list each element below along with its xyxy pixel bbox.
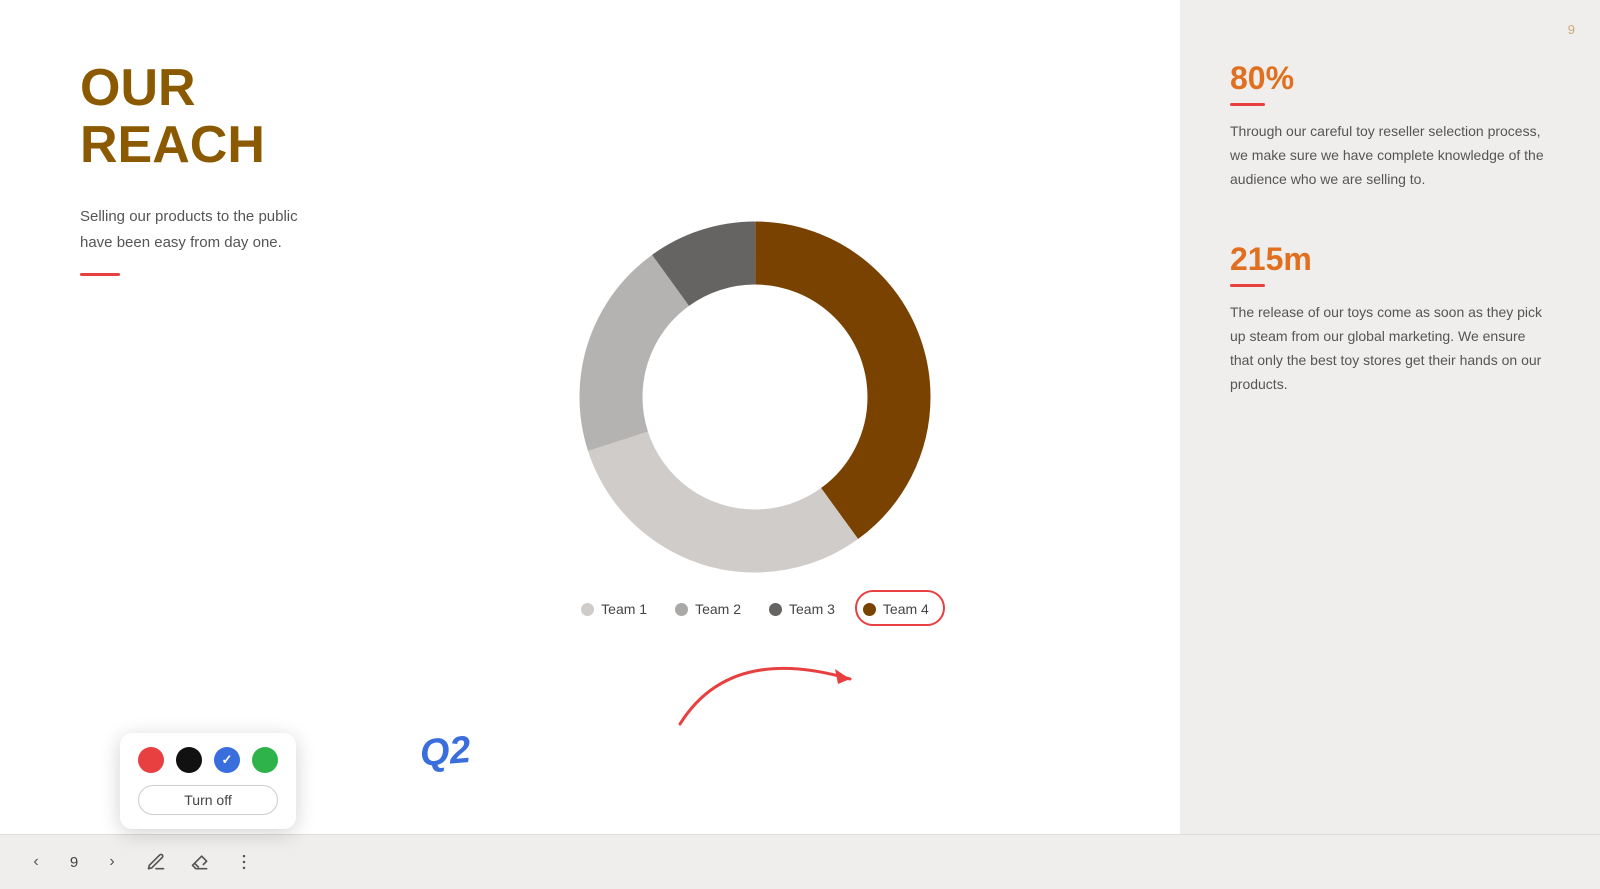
stat-text-1: Through our careful toy reseller selecti… — [1230, 120, 1550, 191]
stat-block-2: 215m The release of our toys come as soo… — [1230, 241, 1550, 396]
color-dots-row — [138, 747, 278, 773]
eraser-tool-button[interactable] — [184, 846, 216, 878]
slide-description: Selling our products to the public have … — [80, 204, 320, 255]
legend-item-team3: Team 3 — [769, 601, 835, 617]
more-options-button[interactable] — [228, 846, 260, 878]
legend-item-team1: Team 1 — [581, 601, 647, 617]
stat-value-2: 215m — [1230, 241, 1550, 278]
more-icon — [234, 852, 254, 872]
stat-block-1: 80% Through our careful toy reseller sel… — [1230, 60, 1550, 191]
stat-value-1: 80% — [1230, 60, 1550, 97]
pen-icon — [146, 852, 166, 872]
legend-label-team3: Team 3 — [789, 601, 835, 617]
legend-dot-team3 — [769, 603, 782, 616]
prev-page-button[interactable]: ‹ — [20, 846, 52, 878]
next-page-button[interactable]: › — [96, 846, 128, 878]
right-panel: 9 80% Through our careful toy reseller s… — [1180, 0, 1600, 834]
legend-label-team2: Team 2 — [695, 601, 741, 617]
color-dot-blue[interactable] — [214, 747, 240, 773]
title-line1: OUR — [80, 59, 196, 117]
color-dot-green[interactable] — [252, 747, 278, 773]
donut-chart — [575, 217, 935, 577]
chart-legend: Team 1 Team 2 Team 3 Team 4 — [581, 601, 929, 617]
bottom-toolbar: Turn off ‹ 9 › — [0, 834, 1600, 889]
stat-underline-2 — [1230, 284, 1265, 287]
eraser-icon — [190, 852, 210, 872]
legend-item-team2: Team 2 — [675, 601, 741, 617]
title-line2: REACH — [80, 116, 265, 174]
current-page-number: 9 — [64, 854, 84, 871]
team4-highlight-circle — [855, 590, 945, 626]
legend-item-team4: Team 4 — [863, 601, 929, 617]
donut-svg — [575, 217, 935, 577]
pen-tool-button[interactable] — [140, 846, 172, 878]
chart-container: Team 1 Team 2 Team 3 Team 4 — [330, 80, 1180, 754]
slide-area: OUR REACH Selling our products to the pu… — [0, 0, 1180, 834]
stat-underline-1 — [1230, 103, 1265, 106]
description-underline — [80, 273, 120, 276]
q2-annotation: Q2 — [418, 729, 472, 776]
color-dot-black[interactable] — [176, 747, 202, 773]
legend-dot-team1 — [581, 603, 594, 616]
stat-text-2: The release of our toys come as soon as … — [1230, 301, 1550, 396]
legend-label-team1: Team 1 — [601, 601, 647, 617]
color-dot-red[interactable] — [138, 747, 164, 773]
legend-dot-team2 — [675, 603, 688, 616]
turn-off-button[interactable]: Turn off — [138, 785, 278, 815]
right-page-number: 9 — [1568, 22, 1575, 37]
color-picker-popup: Turn off — [120, 733, 296, 829]
